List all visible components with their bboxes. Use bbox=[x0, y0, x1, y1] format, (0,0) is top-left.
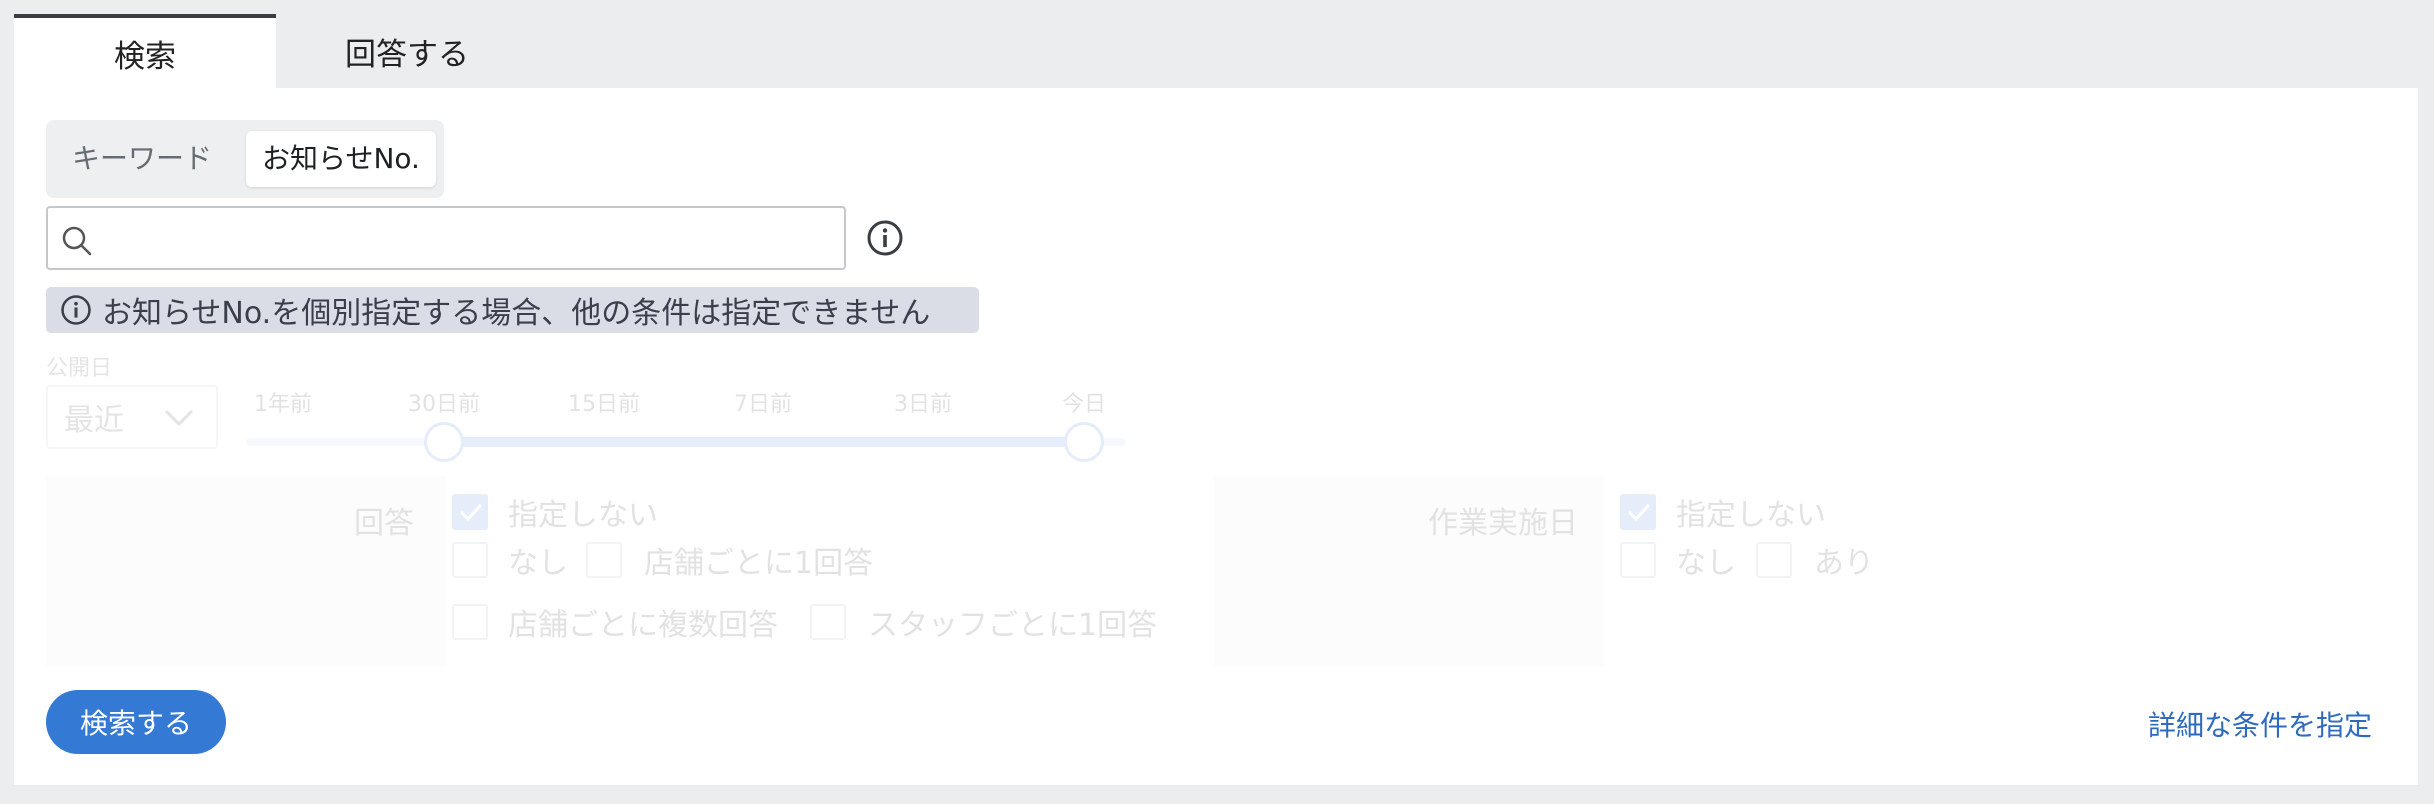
slider-tick: 今日 bbox=[1062, 392, 1107, 417]
answer-per-store-multiple-checkbox[interactable] bbox=[452, 604, 488, 640]
tab-bar: 検索 回答する bbox=[14, 14, 538, 88]
publish-date-label: 公開日 bbox=[46, 356, 113, 381]
work-date-not-specified-checkbox[interactable] bbox=[1620, 494, 1656, 530]
answer-none-checkbox[interactable] bbox=[452, 542, 488, 578]
slider-tick: 30日前 bbox=[408, 392, 480, 417]
search-input[interactable] bbox=[106, 214, 826, 262]
answer-option-label: 店舗ごとに1回答 bbox=[644, 546, 874, 581]
slider-handle-start[interactable] bbox=[424, 422, 464, 462]
notice-message: お知らせNo.を個別指定する場合、他の条件は指定できません bbox=[46, 287, 979, 333]
slider-tick: 1年前 bbox=[254, 392, 312, 417]
check-icon bbox=[1627, 503, 1651, 522]
answer-option-label: 店舗ごとに複数回答 bbox=[508, 608, 778, 643]
mode-notice-number[interactable]: お知らせNo. bbox=[246, 131, 436, 187]
answer-option-label: 指定しない bbox=[508, 498, 658, 533]
work-date-option-label: あり bbox=[1814, 546, 1874, 581]
advanced-search-link[interactable]: 詳細な条件を指定 bbox=[2148, 704, 2372, 744]
answer-option-label: なし bbox=[508, 546, 568, 581]
search-button[interactable]: 検索する bbox=[46, 690, 226, 754]
tab-search[interactable]: 検索 bbox=[14, 14, 276, 88]
answer-not-specified-checkbox[interactable] bbox=[452, 494, 488, 530]
work-date-none-checkbox[interactable] bbox=[1620, 542, 1656, 578]
info-icon bbox=[61, 295, 91, 325]
publish-date-range-select[interactable]: 最近 bbox=[46, 385, 218, 449]
search-mode-toggle: キーワード お知らせNo. bbox=[46, 120, 444, 198]
work-date-option-label: なし bbox=[1676, 546, 1736, 581]
chevron-down-icon bbox=[164, 409, 194, 427]
slider-tick: 15日前 bbox=[568, 392, 640, 417]
slider-handle-end[interactable] bbox=[1064, 422, 1104, 462]
work-date-option-label: 指定しない bbox=[1676, 498, 1826, 533]
date-slider-range bbox=[444, 437, 1084, 447]
search-input-wrapper bbox=[46, 206, 846, 270]
work-date-exists-checkbox[interactable] bbox=[1756, 542, 1792, 578]
work-date-filter-label: 作業実施日 bbox=[1428, 506, 1578, 541]
answer-filter-label: 回答 bbox=[354, 506, 414, 541]
search-icon bbox=[62, 226, 92, 256]
range-select-value: 最近 bbox=[64, 403, 124, 438]
mode-keyword[interactable]: キーワード bbox=[56, 131, 228, 187]
slider-tick: 7日前 bbox=[734, 392, 792, 417]
tab-answer[interactable]: 回答する bbox=[276, 14, 538, 88]
answer-per-staff-one-checkbox[interactable] bbox=[810, 604, 846, 640]
check-icon bbox=[459, 503, 483, 522]
info-icon[interactable] bbox=[866, 219, 904, 257]
notice-text: お知らせNo.を個別指定する場合、他の条件は指定できません bbox=[102, 296, 931, 331]
search-panel: キーワード お知らせNo. お知らせNo.を個別指定する場合、他の条件は指定でき… bbox=[14, 88, 2418, 785]
slider-tick: 3日前 bbox=[894, 392, 952, 417]
answer-per-store-one-checkbox[interactable] bbox=[586, 542, 622, 578]
answer-option-label: スタッフごとに1回答 bbox=[868, 608, 1158, 643]
